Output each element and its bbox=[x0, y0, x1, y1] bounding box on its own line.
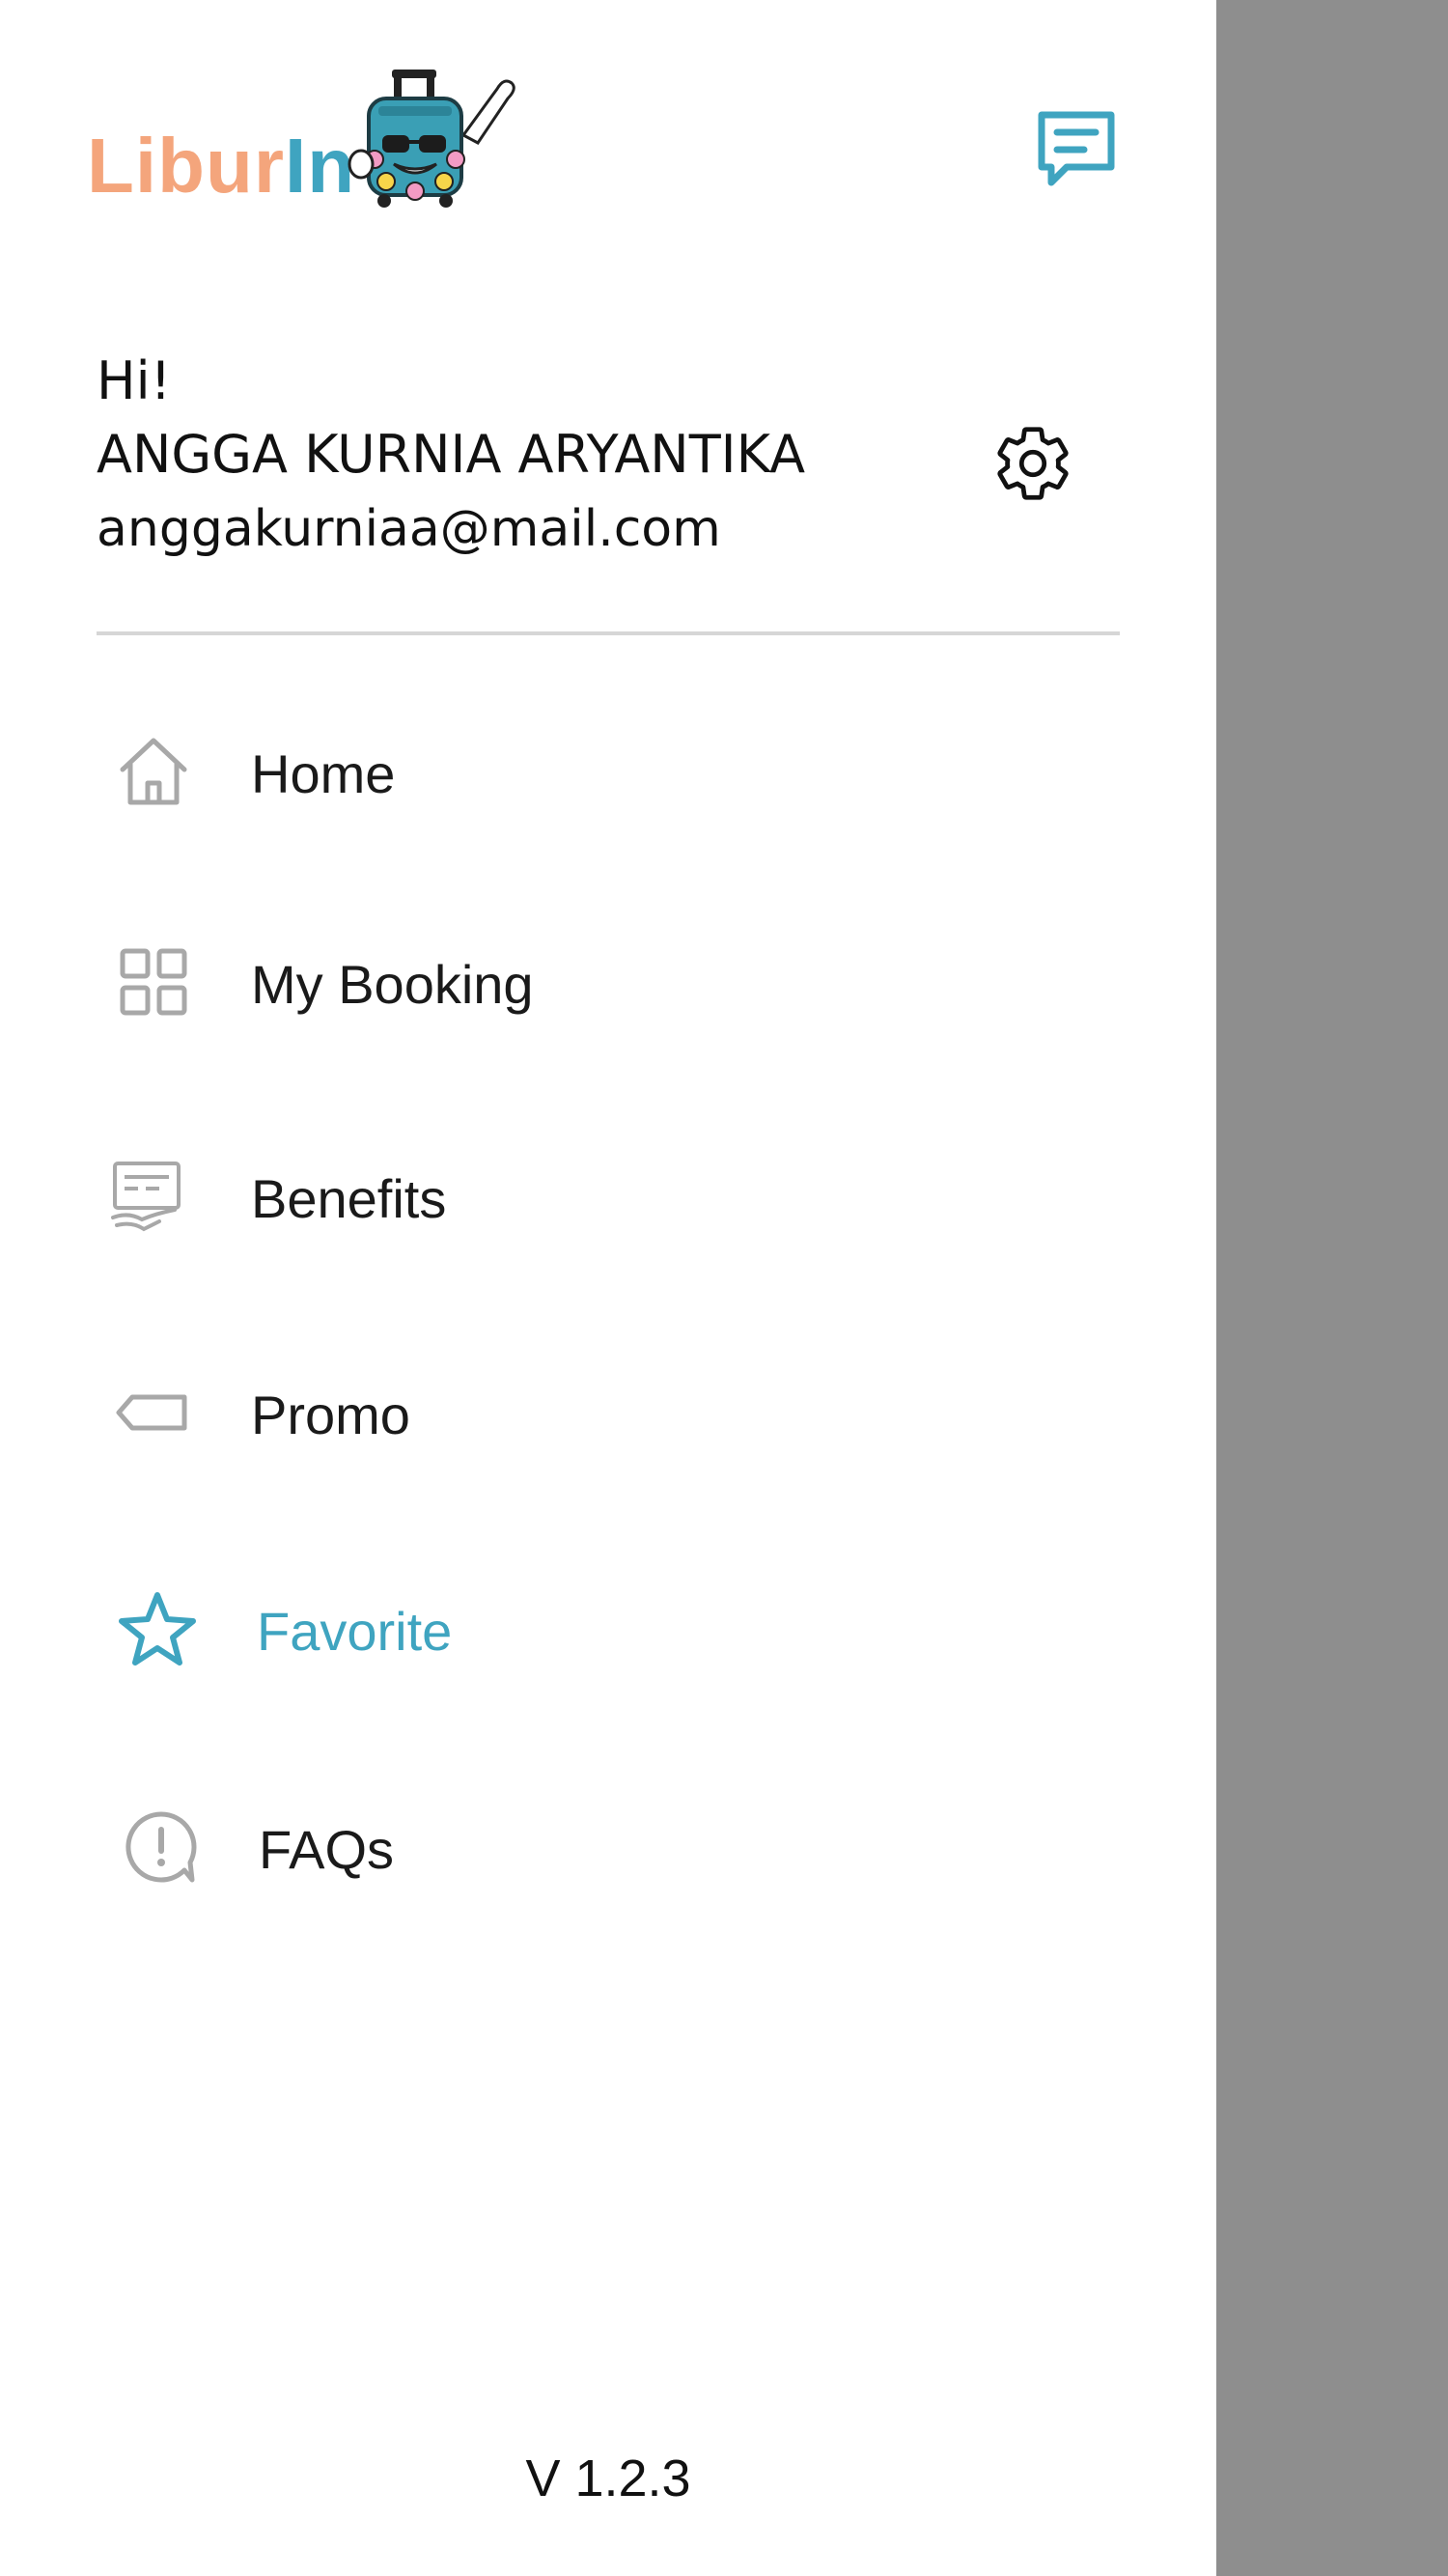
app-logo: LiburIn bbox=[87, 68, 515, 222]
star-icon bbox=[114, 1585, 201, 1672]
menu-label-faqs: FAQs bbox=[259, 1819, 395, 1880]
user-name: ANGGA KURNIA ARYANTIKA bbox=[97, 424, 806, 485]
app-screen: LiburIn Hi! ANGGA KURNIA ARYANTIKA angga… bbox=[0, 0, 1448, 2576]
tag-icon bbox=[110, 1369, 197, 1456]
menu-label-promo: Promo bbox=[251, 1385, 410, 1445]
benefit-card-icon bbox=[104, 1153, 191, 1240]
menu-item-home[interactable]: Home bbox=[97, 699, 1120, 844]
menu-item-promo[interactable]: Promo bbox=[97, 1340, 1120, 1485]
menu-label-favorite: Favorite bbox=[257, 1601, 453, 1662]
grid-icon bbox=[110, 938, 197, 1025]
menu-label-my-booking: My Booking bbox=[251, 954, 534, 1015]
menu-item-faqs[interactable]: FAQs bbox=[97, 1775, 1120, 1919]
drawer-scrim-overlay[interactable] bbox=[1216, 0, 1448, 2576]
menu-label-home: Home bbox=[251, 743, 396, 804]
logo-text-part1: Libur bbox=[87, 123, 285, 209]
chat-button[interactable] bbox=[1033, 106, 1120, 193]
greeting-text: Hi! bbox=[97, 350, 172, 411]
menu-item-benefits[interactable]: Benefits bbox=[97, 1124, 1120, 1269]
menu-item-favorite[interactable]: Favorite bbox=[97, 1556, 1120, 1701]
question-bubble-icon bbox=[118, 1804, 205, 1890]
navigation-drawer: LiburIn Hi! ANGGA KURNIA ARYANTIKA angga… bbox=[0, 0, 1216, 2576]
settings-button[interactable] bbox=[987, 417, 1079, 510]
suitcase-mascot-icon bbox=[348, 70, 515, 208]
user-email: anggakurniaa@mail.com bbox=[97, 500, 721, 558]
home-icon bbox=[110, 728, 197, 815]
menu-item-my-booking[interactable]: My Booking bbox=[97, 910, 1120, 1054]
chat-bubble-icon bbox=[1038, 111, 1115, 186]
menu-label-benefits: Benefits bbox=[251, 1168, 447, 1229]
header-divider bbox=[97, 631, 1120, 635]
logo-text: LiburIn bbox=[87, 127, 355, 205]
gear-icon bbox=[997, 427, 1069, 500]
app-version: V 1.2.3 bbox=[525, 2450, 691, 2507]
